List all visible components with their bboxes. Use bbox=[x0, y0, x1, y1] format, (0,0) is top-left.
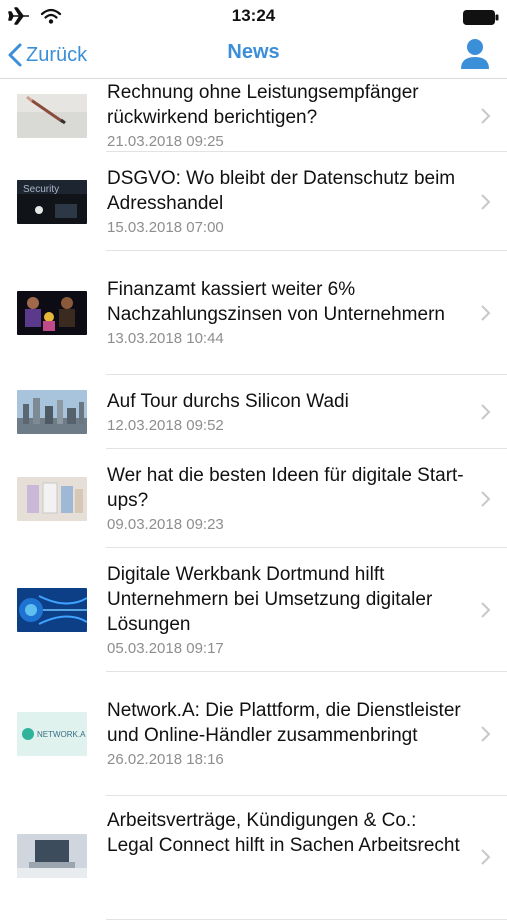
chevron-right-icon bbox=[481, 404, 491, 420]
news-title: Rechnung ohne Leistungsempfänger rückwir… bbox=[107, 81, 419, 128]
news-date: 12.03.2018 09:52 bbox=[107, 416, 224, 434]
chevron-right-icon bbox=[481, 726, 491, 742]
news-title: Wer hat die besten Ideen für digitale St… bbox=[107, 464, 464, 511]
news-title: Finanzamt kassiert weiter 6% Nachzahlung… bbox=[107, 279, 445, 325]
chevron-right-icon bbox=[481, 490, 491, 507]
status-bar: 13:24 bbox=[0, 0, 507, 34]
chevron-right-icon bbox=[481, 193, 491, 210]
news-list-item[interactable]: Wer hat die besten Ideen für digitale St… bbox=[0, 449, 507, 548]
chevron-right-icon bbox=[481, 849, 491, 865]
news-date: 05.03.2018 09:17 bbox=[107, 639, 224, 657]
navigation-bar: Zurück News bbox=[0, 34, 507, 79]
news-thumbnail bbox=[17, 93, 87, 138]
profile-button[interactable] bbox=[459, 37, 491, 71]
news-list-item[interactable]: NETWORK.A Network.A: Die Plattform, die … bbox=[0, 672, 507, 796]
news-list-item[interactable]: Digitale Werkbank Dortmund hilft Unterne… bbox=[0, 548, 507, 672]
news-list-item[interactable]: Finanzamt kassiert weiter 6% Nachzahlung… bbox=[0, 251, 507, 375]
news-thumbnail bbox=[17, 588, 87, 632]
news-date: 26.02.2018 18:16 bbox=[107, 751, 224, 768]
news-list: Rechnung ohne Leistungsempfänger rückwir… bbox=[0, 79, 507, 920]
news-list-item[interactable]: Arbeitsverträge, Kündigungen & Co.: Lega… bbox=[0, 796, 507, 920]
news-title: DSGVO: Wo bleibt der Datenschutz beim Ad… bbox=[107, 167, 456, 214]
news-date: 13.03.2018 10:44 bbox=[107, 330, 224, 347]
news-list-item[interactable]: Rechnung ohne Leistungsempfänger rückwir… bbox=[0, 79, 507, 152]
security-thumb-text: Security bbox=[23, 184, 59, 195]
news-title: Auf Tour durchs Silicon Wadi bbox=[107, 390, 349, 412]
news-title: Arbeitsverträge, Kündigungen & Co.: Lega… bbox=[107, 810, 460, 856]
chevron-right-icon bbox=[481, 602, 491, 618]
profile-icon bbox=[461, 39, 489, 69]
news-thumbnail: Security bbox=[17, 179, 87, 224]
chevron-right-icon bbox=[481, 107, 491, 124]
news-thumbnail bbox=[17, 476, 87, 521]
news-date: 21.03.2018 09:25 bbox=[107, 132, 224, 150]
news-list-item[interactable]: Auf Tour durchs Silicon Wadi 12.03.2018 … bbox=[0, 375, 507, 449]
news-date: 15.03.2018 07:00 bbox=[107, 218, 224, 236]
news-thumbnail bbox=[17, 390, 87, 434]
news-title: Network.A: Die Plattform, die Dienstleis… bbox=[107, 700, 461, 746]
page-title: News bbox=[227, 41, 280, 63]
status-time: 13:24 bbox=[231, 6, 276, 25]
network-thumb-text: NETWORK.A bbox=[37, 730, 86, 739]
news-date: 09.03.2018 09:23 bbox=[107, 515, 224, 533]
news-title: Digitale Werkbank Dortmund hilft Unterne… bbox=[107, 563, 433, 635]
news-thumbnail bbox=[17, 834, 87, 878]
news-thumbnail bbox=[17, 291, 87, 335]
battery-icon bbox=[463, 10, 499, 25]
chevron-right-icon bbox=[481, 305, 491, 321]
news-thumbnail: NETWORK.A bbox=[17, 712, 87, 756]
news-list-item[interactable]: Security DSGVO: Wo bleibt der Datenschut… bbox=[0, 152, 507, 251]
